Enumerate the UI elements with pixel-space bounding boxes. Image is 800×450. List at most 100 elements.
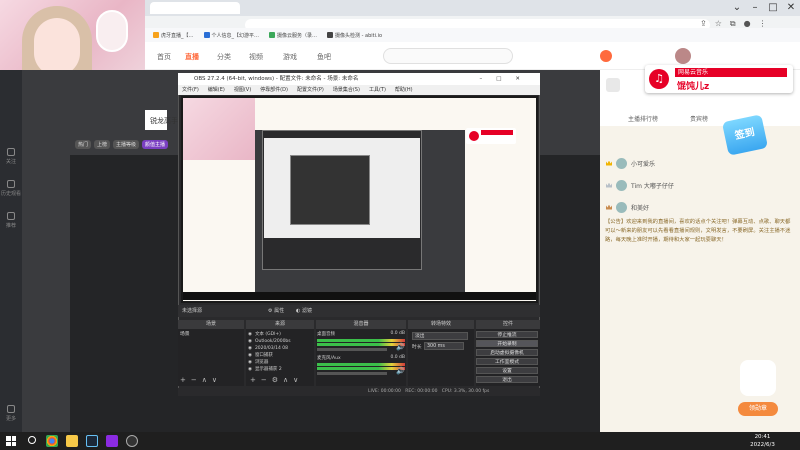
sidebar-item-history[interactable]: 历史观看 [0, 180, 22, 197]
nav-games[interactable]: 游戏 [283, 52, 297, 62]
nested-popup [466, 128, 516, 144]
obs-menu-file[interactable]: 文件(F) [182, 85, 199, 95]
scenes-dock: 场景 +−∧∨ [178, 329, 244, 386]
taskbar-clock[interactable]: 20:41 2022/6/3 [740, 433, 785, 449]
settings-button[interactable]: 设置 [476, 367, 538, 374]
obs-menu-tools[interactable]: 工具(T) [369, 85, 386, 95]
volume-slider[interactable] [317, 372, 387, 375]
eye-icon[interactable]: ◉ [248, 345, 252, 352]
obs-menu-docks[interactable]: 停靠部件(D) [260, 85, 288, 95]
obs-statusbar: LIVE: 00:00:00 REC: 00:00:00 CPU: 3.3%, … [178, 388, 540, 396]
obs-menu-view[interactable]: 视图(V) [234, 85, 251, 95]
eye-icon[interactable]: ◉ [248, 366, 252, 373]
bookmark-item[interactable]: 个人信息_【幻游平… [203, 32, 259, 39]
room-tag[interactable]: 颜值主播 [142, 140, 169, 149]
nested-obs-window-inner [290, 155, 370, 225]
stop-streaming-button[interactable]: 停止推流 [476, 331, 538, 338]
windows-start-icon[interactable] [6, 436, 16, 446]
rank-row[interactable]: 和美好 [606, 200, 649, 214]
bookmark-favicon-icon [153, 32, 159, 38]
rank-row[interactable]: 小可爱乐 [606, 156, 655, 170]
chrome-icon[interactable] [46, 435, 58, 447]
file-explorer-icon[interactable] [66, 435, 78, 447]
medal-button[interactable]: 领勋章 [738, 402, 778, 416]
obs-menubar: 文件(F) 编辑(E) 视图(V) 停靠部件(D) 配置文件(P) 场景集合(S… [178, 85, 540, 95]
dock-header-scenes: 场景 [178, 320, 244, 329]
transition-select[interactable]: 淡出 [412, 332, 468, 340]
obs-menu-profile[interactable]: 配置文件(P) [297, 85, 324, 95]
dock-header-sources: 来源 [246, 320, 314, 329]
speaker-icon[interactable]: 🔊 [396, 367, 405, 375]
notification-icon[interactable] [600, 50, 612, 62]
eye-icon[interactable]: ◉ [248, 331, 252, 338]
volume-meter [317, 363, 405, 366]
eye-icon[interactable]: ◉ [248, 352, 252, 359]
sidebar-item-recommend[interactable]: 推荐 [0, 212, 22, 229]
search-input[interactable] [383, 48, 513, 64]
sidebar-item-more[interactable]: 更多 [0, 405, 22, 422]
tab-anchor-rank[interactable]: 主播排行榜 [628, 114, 658, 123]
maximize-icon[interactable]: □ [764, 0, 782, 16]
now-playing-popup[interactable]: ♫ 网易云音乐 馄饨儿z [645, 65, 793, 93]
filters-button[interactable]: ◐ 滤镜 [296, 305, 312, 317]
bookmark-item[interactable]: 摄像云服务（录… [269, 32, 317, 39]
close-icon[interactable]: ✕ [782, 0, 800, 16]
search-icon[interactable] [28, 436, 36, 444]
music-app-name: 网易云音乐 [675, 68, 787, 77]
start-recording-button[interactable]: 开始录制 [476, 340, 538, 347]
active-tab[interactable] [150, 2, 240, 14]
room-tag[interactable]: 上榜 [94, 140, 111, 149]
sidebar-item-follow[interactable]: 关注 [0, 148, 22, 165]
obs-window-controls[interactable]: –□✕ [479, 73, 534, 85]
exit-button[interactable]: 退出 [476, 376, 538, 383]
volume-slider[interactable] [317, 348, 387, 351]
avatar [616, 201, 627, 213]
chevron-down-icon[interactable]: ⌄ [728, 0, 746, 16]
obs-menu-help[interactable]: 帮助(H) [395, 85, 413, 95]
source-toolbar[interactable]: +−⚙∧∨ [250, 376, 303, 384]
transition-duration-input[interactable]: 300 ms [424, 342, 464, 350]
source-item[interactable]: ◉ 文本 (GDI+) [248, 331, 314, 338]
steam-icon[interactable] [86, 435, 98, 447]
gift-icon[interactable] [606, 78, 620, 92]
app-icon[interactable] [106, 435, 118, 447]
bookmark-item[interactable]: 摄像头检测 - abiti.io [327, 32, 382, 39]
source-item[interactable]: ◉ 显示器捕获 2 [248, 366, 314, 373]
source-item[interactable]: ◉ Outlook/2000bs [248, 338, 314, 345]
nav-home[interactable]: 首页 [157, 52, 171, 62]
scene-toolbar[interactable]: +−∧∨ [180, 376, 222, 384]
minimize-icon[interactable]: – [746, 0, 764, 16]
rank-row[interactable]: Tim 大嘟子仔仔 [606, 178, 674, 192]
nav-live[interactable]: 直播 [185, 52, 199, 62]
obs-menu-edit[interactable]: 编辑(E) [208, 85, 225, 95]
room-tag[interactable]: 主播等级 [113, 140, 140, 149]
nav-video[interactable]: 视频 [249, 52, 263, 62]
scene-item[interactable]: 场景 [178, 331, 244, 338]
eye-icon[interactable]: ◉ [248, 338, 252, 345]
song-title: 馄饨儿z [677, 82, 710, 92]
volume-meter [317, 339, 405, 342]
heart-icon [7, 148, 15, 156]
obs-icon[interactable] [126, 435, 138, 447]
room-tag[interactable]: 热门 [75, 140, 92, 149]
nested-webcam [183, 98, 255, 160]
eye-icon[interactable]: ◉ [248, 359, 252, 366]
nav-fishbar[interactable]: 鱼吧 [317, 52, 331, 62]
more-icon [7, 405, 15, 413]
netease-music-icon [469, 131, 479, 141]
source-item[interactable]: ◉ 浏览器 [248, 359, 314, 366]
studio-mode-button[interactable]: 工作室模式 [476, 358, 538, 365]
dock-header-controls: 控件 [476, 320, 540, 329]
virtual-camera-button[interactable]: 启动虚拟摄像机 [476, 349, 538, 356]
source-item[interactable]: ◉ 2020/03/14 08 [248, 345, 314, 352]
obs-menu-scenes[interactable]: 场景集合(S) [333, 85, 360, 95]
tab-vip-rank[interactable]: 贵宾榜 [690, 114, 708, 123]
room-tags: 热门 上榜 主播等级 颜值主播 [75, 140, 169, 149]
source-item[interactable]: ◉ 窗口捕获 [248, 352, 314, 359]
properties-button[interactable]: ⚙ 属性 [268, 305, 284, 317]
bookmark-item[interactable]: 虎牙直播_【… [153, 32, 194, 39]
nav-category[interactable]: 分类 [217, 52, 231, 62]
speaker-icon[interactable]: 🔊 [396, 343, 405, 351]
rank-tabs: 主播排行榜 贵宾榜 [600, 110, 800, 126]
avatar[interactable] [675, 48, 691, 64]
